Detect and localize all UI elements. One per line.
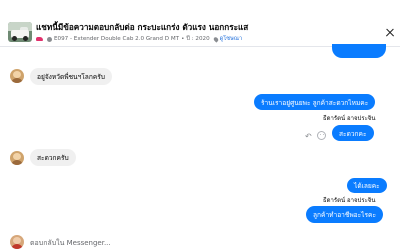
chat-title: แชทนี้มีข้อความตอบกลับต่อ กระบะแกร่ง ตัว… <box>36 22 249 32</box>
sender-name: ธีดารัตน์ อาจประจิน <box>323 115 376 122</box>
avatar <box>10 69 24 83</box>
chat-header: แชทนี้มีข้อความตอบกลับต่อ กระบะแกร่ง ตัว… <box>0 0 400 46</box>
reply-input[interactable] <box>30 237 270 249</box>
view-ad-link[interactable]: ดูโซษณา <box>220 35 242 43</box>
message-bubble-outgoing: ลูกค้าทำอาชีพอะไรคะ <box>306 206 383 223</box>
avatar <box>10 235 24 249</box>
sender-name: ธีดารัตน์ อาจประจิน <box>323 197 376 204</box>
listing-year: ปี : 2020 <box>186 36 210 42</box>
emoji-icon[interactable] <box>317 131 326 140</box>
message-bubble-outgoing: ได้เลยคะ <box>347 178 387 193</box>
message-bubble-outgoing: สะดวกคะ <box>332 125 374 141</box>
avatar <box>10 151 24 165</box>
message-bubble-cut <box>332 44 386 58</box>
car-icon <box>36 37 43 41</box>
message-bubble-incoming: อยู่จังหวัดพี่ชนฯโลกครับ <box>30 68 112 85</box>
coin-icon <box>47 36 52 42</box>
message-bubble-outgoing: ร้านเราอยู่ศูนยพะ ลูกค้าสะดวกไหมคะ <box>254 94 376 110</box>
listing-name: E097 - Extender Double Cab 2.0 Grand D M… <box>54 36 180 42</box>
separator-dot: • <box>181 36 185 42</box>
message-bubble-incoming: สะดวกครับ <box>30 149 76 166</box>
location-pin-icon <box>212 35 219 43</box>
reply-icon[interactable]: ↶ <box>305 133 315 141</box>
close-icon[interactable] <box>384 27 396 39</box>
listing-thumbnail[interactable] <box>8 22 32 42</box>
listing-subtitle: E097 - Extender Double Cab 2.0 Grand D M… <box>36 35 242 43</box>
